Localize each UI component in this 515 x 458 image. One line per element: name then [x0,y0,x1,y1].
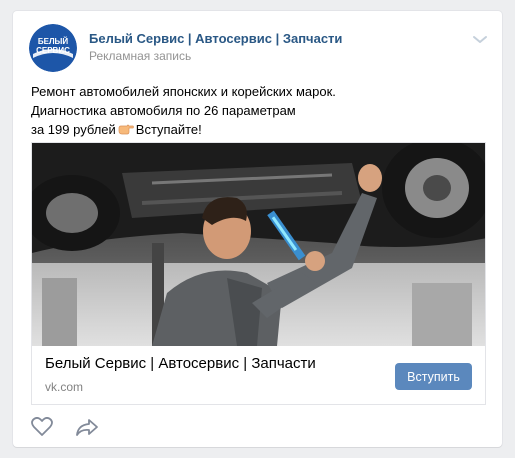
join-button[interactable]: Вступить [395,363,472,390]
snippet-domain: vk.com [45,380,84,394]
post-text-join-call: Вступайте! [135,122,202,137]
link-attachment[interactable]: Белый Сервис | Автосервис | Запчасти vk.… [31,142,486,405]
mechanic-photo[interactable] [32,143,485,346]
chevron-down-icon[interactable] [472,33,488,45]
post-text-line-2: Диагностика автомобиля по 26 параметрам [31,103,296,118]
pointing-hand-icon [118,121,134,135]
avatar-logo-text-2: СЕРВИС [36,46,70,55]
share-arrow-icon[interactable] [75,417,99,437]
like-heart-icon[interactable] [31,416,53,437]
post-text-line-1: Ремонт автомобилей японских и корейских … [31,84,336,99]
post-text: Ремонт автомобилей японских и корейских … [31,82,481,139]
avatar-logo-text-1: БЕЛЫЙ [38,37,69,46]
ad-label: Рекламная запись [89,49,192,63]
post-text-price: за 199 рублей [31,122,116,137]
post-text-line-3: за 199 рублей Вступайте! [31,120,481,139]
post-card: БЕЛЫЙ СЕРВИС Белый Сервис | Автосервис |… [13,11,502,447]
author-name-link[interactable]: Белый Сервис | Автосервис | Запчасти [89,31,342,46]
avatar[interactable]: БЕЛЫЙ СЕРВИС [29,24,77,72]
snippet-title[interactable]: Белый Сервис | Автосервис | Запчасти [45,355,316,372]
